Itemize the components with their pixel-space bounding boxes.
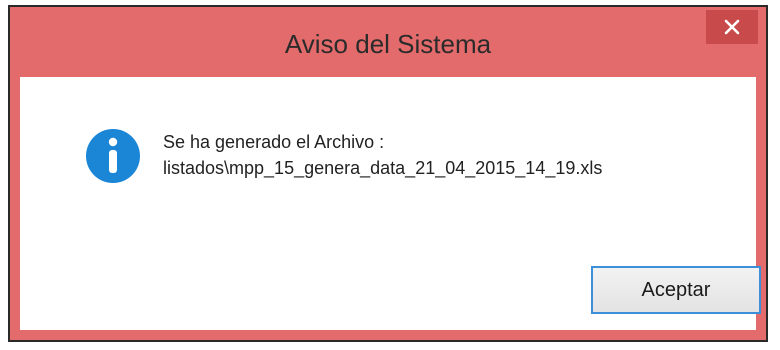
message-line-1: Se ha generado el Archivo :: [163, 132, 385, 152]
message-text: Se ha generado el Archivo : listados\mpp…: [163, 129, 602, 181]
dialog-body: Se ha generado el Archivo : listados\mpp…: [20, 77, 761, 330]
info-icon: [86, 129, 140, 183]
close-icon: [724, 19, 740, 35]
title-bar[interactable]: Aviso del Sistema: [10, 7, 766, 77]
dialog-title: Aviso del Sistema: [284, 29, 492, 59]
message-file-path: listados\mpp_15_genera_data_21_04_2015_1…: [163, 158, 603, 178]
close-button[interactable]: [706, 10, 758, 44]
accept-button[interactable]: Aceptar: [591, 266, 761, 314]
dialog-window: Aviso del Sistema Se ha generado el Arch…: [8, 5, 768, 342]
